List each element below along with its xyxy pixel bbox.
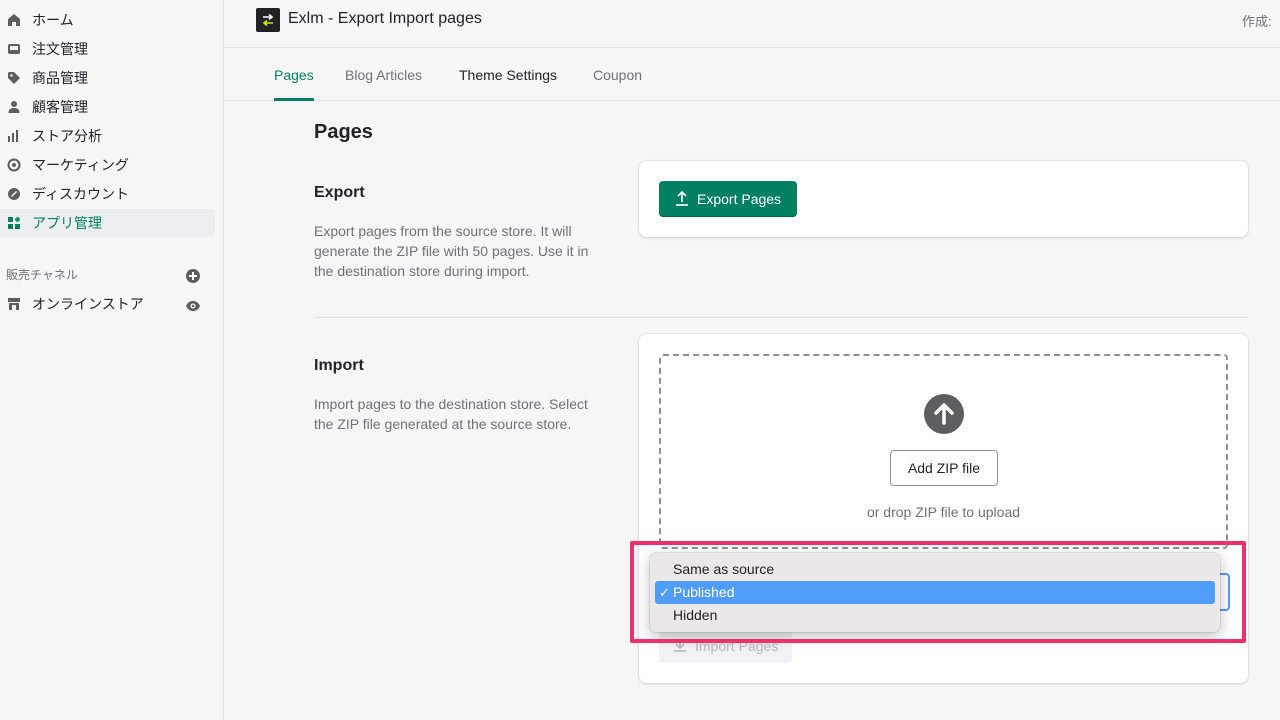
export-title: Export (314, 184, 365, 201)
eye-icon[interactable] (185, 299, 201, 313)
sidebar-item-analytics[interactable]: ストア分析 (0, 122, 215, 150)
export-description: Export pages from the source store. It w… (314, 223, 589, 279)
sidebar-item-label: 注文管理 (32, 41, 88, 57)
sidebar-item-label: ストア分析 (32, 128, 102, 144)
page-title: Pages (314, 121, 373, 143)
sidebar-item-home[interactable]: ホーム (0, 6, 215, 34)
target-icon (6, 157, 22, 173)
inbox-icon (6, 41, 22, 57)
sidebar-item-label: オンラインストア (32, 296, 144, 312)
sidebar-item-online-store[interactable]: オンラインストア (0, 290, 180, 318)
export-card: Export Pages (639, 161, 1248, 237)
tab-pages[interactable]: Pages (274, 67, 314, 101)
sidebar-item-marketing[interactable]: マーケティング (0, 151, 215, 179)
sidebar-item-label: アプリ管理 (32, 215, 102, 231)
bar-chart-icon (6, 128, 22, 144)
sidebar-item-customers[interactable]: 顧客管理 (0, 93, 215, 121)
person-icon (6, 99, 22, 115)
import-title: Import (314, 357, 364, 374)
sidebar-item-apps[interactable]: アプリ管理 (0, 209, 215, 237)
arrow-up-circle-icon (924, 394, 964, 434)
discount-icon (6, 186, 22, 202)
upload-icon (675, 190, 689, 209)
tag-icon (6, 70, 22, 86)
sidebar-item-orders[interactable]: 注文管理 (0, 35, 215, 63)
tab-coupon[interactable]: Coupon (593, 67, 642, 101)
add-channel-icon[interactable] (186, 269, 200, 283)
drop-hint: or drop ZIP file to upload (866, 504, 1021, 520)
app-logo-icon (256, 8, 280, 32)
export-pages-label: Export Pages (697, 191, 782, 207)
sidebar-item-label: 商品管理 (32, 70, 88, 86)
home-icon (6, 12, 22, 28)
author-label: 作成: (1242, 14, 1272, 29)
sidebar-item-label: ホーム (32, 12, 74, 28)
sidebar-item-label: マーケティング (32, 157, 129, 173)
import-description: Import pages to the destination store. S… (314, 396, 588, 432)
app-title: Exlm - Export Import pages (288, 10, 482, 27)
tab-blog-articles[interactable]: Blog Articles (345, 67, 422, 101)
sales-channels-heading: 販売チャネル (6, 268, 78, 282)
apps-icon (6, 215, 22, 231)
export-pages-button[interactable]: Export Pages (659, 181, 798, 217)
section-divider (314, 317, 1248, 318)
sidebar: ホーム 注文管理 商品管理 顧客管理 ストア分析 マーケティング ディスカウント… (0, 0, 224, 720)
highlight-box (630, 541, 1246, 643)
tab-bar: Pages Blog Articles Theme Settings Coupo… (224, 48, 1280, 101)
zip-dropzone[interactable]: Add ZIP file or drop ZIP file to upload (659, 354, 1228, 549)
store-icon (6, 296, 22, 312)
sidebar-item-products[interactable]: 商品管理 (0, 64, 215, 92)
app-header: Exlm - Export Import pages 作成: (224, 0, 1280, 48)
sidebar-item-discounts[interactable]: ディスカウント (0, 180, 215, 208)
sidebar-item-label: ディスカウント (32, 186, 130, 202)
sidebar-item-label: 顧客管理 (32, 99, 88, 115)
tab-theme-settings[interactable]: Theme Settings (459, 67, 557, 101)
add-zip-file-button[interactable]: Add ZIP file (890, 450, 998, 486)
